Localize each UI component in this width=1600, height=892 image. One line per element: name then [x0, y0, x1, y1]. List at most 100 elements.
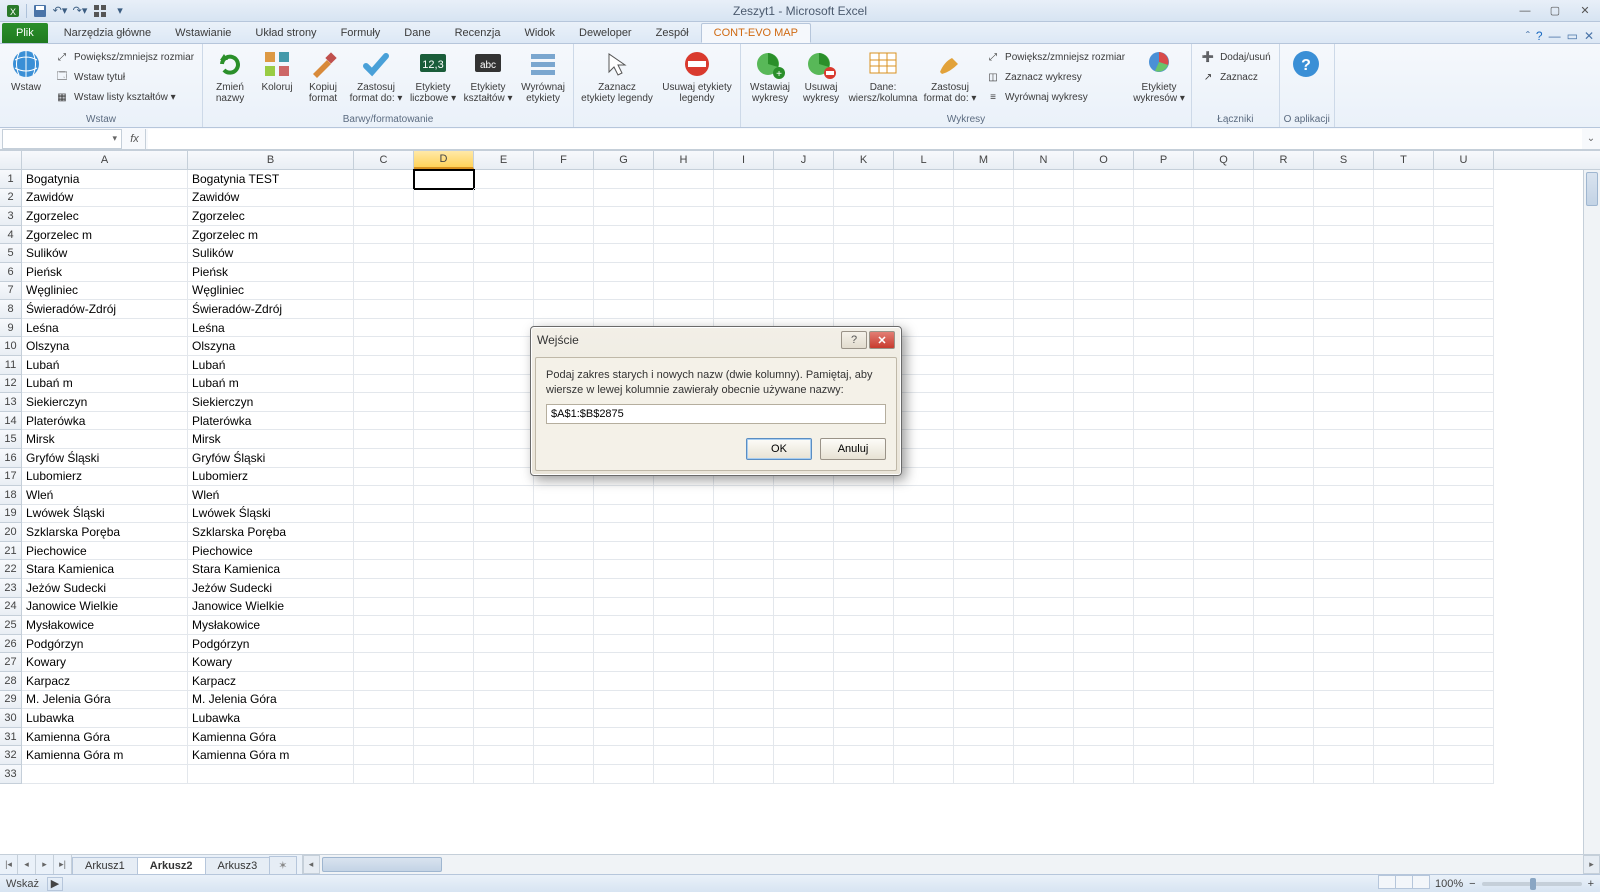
- cell-A17[interactable]: Lubomierz: [22, 468, 188, 487]
- cell-P2[interactable]: [1134, 189, 1194, 208]
- numeric-labels-button[interactable]: 12,3Etykiety liczbowe ▾: [407, 46, 459, 106]
- cell-D21[interactable]: [414, 542, 474, 561]
- cell-G3[interactable]: [594, 207, 654, 226]
- cell-Q13[interactable]: [1194, 393, 1254, 412]
- cell-E28[interactable]: [474, 672, 534, 691]
- cell-B10[interactable]: Olszyna: [188, 337, 354, 356]
- cell-H28[interactable]: [654, 672, 714, 691]
- cell-R23[interactable]: [1254, 579, 1314, 598]
- cell-B1[interactable]: Bogatynia TEST: [188, 170, 354, 189]
- cell-A24[interactable]: Janowice Wielkie: [22, 598, 188, 617]
- cell-C31[interactable]: [354, 728, 414, 747]
- cell-Q22[interactable]: [1194, 560, 1254, 579]
- row-26[interactable]: 26: [0, 635, 22, 654]
- cell-D33[interactable]: [414, 765, 474, 784]
- cell-K24[interactable]: [834, 598, 894, 617]
- cell-M29[interactable]: [954, 691, 1014, 710]
- cell-E22[interactable]: [474, 560, 534, 579]
- select-links-button[interactable]: ↗Zaznacz: [1196, 68, 1275, 86]
- cell-C14[interactable]: [354, 412, 414, 431]
- cell-J18[interactable]: [774, 486, 834, 505]
- cell-A13[interactable]: Siekierczyn: [22, 393, 188, 412]
- add-remove-links-button[interactable]: ➕Dodaj/usuń: [1196, 48, 1275, 66]
- cell-E25[interactable]: [474, 616, 534, 635]
- cell-O31[interactable]: [1074, 728, 1134, 747]
- cell-E19[interactable]: [474, 505, 534, 524]
- cell-A2[interactable]: Zawidów: [22, 189, 188, 208]
- cell-H1[interactable]: [654, 170, 714, 189]
- cell-R33[interactable]: [1254, 765, 1314, 784]
- cell-J30[interactable]: [774, 709, 834, 728]
- cell-E23[interactable]: [474, 579, 534, 598]
- cell-C30[interactable]: [354, 709, 414, 728]
- cell-A14[interactable]: Platerówka: [22, 412, 188, 431]
- cell-G18[interactable]: [594, 486, 654, 505]
- cell-F30[interactable]: [534, 709, 594, 728]
- dialog-close-button[interactable]: ✕: [869, 331, 895, 349]
- cell-F20[interactable]: [534, 523, 594, 542]
- cell-P18[interactable]: [1134, 486, 1194, 505]
- cell-T19[interactable]: [1374, 505, 1434, 524]
- cell-O19[interactable]: [1074, 505, 1134, 524]
- cell-R11[interactable]: [1254, 356, 1314, 375]
- cell-H21[interactable]: [654, 542, 714, 561]
- cell-S11[interactable]: [1314, 356, 1374, 375]
- cell-F22[interactable]: [534, 560, 594, 579]
- cell-Q19[interactable]: [1194, 505, 1254, 524]
- cell-P21[interactable]: [1134, 542, 1194, 561]
- cell-E13[interactable]: [474, 393, 534, 412]
- vertical-scrollbar[interactable]: [1583, 170, 1600, 854]
- cell-E11[interactable]: [474, 356, 534, 375]
- cell-Q30[interactable]: [1194, 709, 1254, 728]
- cell-F25[interactable]: [534, 616, 594, 635]
- cell-O33[interactable]: [1074, 765, 1134, 784]
- cell-D24[interactable]: [414, 598, 474, 617]
- about-button[interactable]: ?: [1284, 46, 1328, 84]
- cell-B33[interactable]: [188, 765, 354, 784]
- cell-K5[interactable]: [834, 244, 894, 263]
- tab-narzędzia-główne[interactable]: Narzędzia główne: [52, 23, 163, 43]
- cell-L12[interactable]: [894, 375, 954, 394]
- col-C[interactable]: C: [354, 151, 414, 169]
- tab-formuły[interactable]: Formuły: [329, 23, 393, 43]
- row-2[interactable]: 2: [0, 189, 22, 208]
- cell-G29[interactable]: [594, 691, 654, 710]
- cell-J19[interactable]: [774, 505, 834, 524]
- cell-E18[interactable]: [474, 486, 534, 505]
- cell-A11[interactable]: Lubań: [22, 356, 188, 375]
- cell-J1[interactable]: [774, 170, 834, 189]
- cell-C17[interactable]: [354, 468, 414, 487]
- cell-N17[interactable]: [1014, 468, 1074, 487]
- cell-S13[interactable]: [1314, 393, 1374, 412]
- cell-R6[interactable]: [1254, 263, 1314, 282]
- cell-H20[interactable]: [654, 523, 714, 542]
- cell-L20[interactable]: [894, 523, 954, 542]
- cell-C29[interactable]: [354, 691, 414, 710]
- cell-S23[interactable]: [1314, 579, 1374, 598]
- cell-A9[interactable]: Leśna: [22, 319, 188, 338]
- cell-R26[interactable]: [1254, 635, 1314, 654]
- cell-Q29[interactable]: [1194, 691, 1254, 710]
- cell-M32[interactable]: [954, 746, 1014, 765]
- cell-A30[interactable]: Lubawka: [22, 709, 188, 728]
- cell-H8[interactable]: [654, 300, 714, 319]
- cell-G25[interactable]: [594, 616, 654, 635]
- cell-U33[interactable]: [1434, 765, 1494, 784]
- row-15[interactable]: 15: [0, 430, 22, 449]
- cell-B5[interactable]: Sulików: [188, 244, 354, 263]
- cell-C13[interactable]: [354, 393, 414, 412]
- cell-T33[interactable]: [1374, 765, 1434, 784]
- cell-R28[interactable]: [1254, 672, 1314, 691]
- cell-N12[interactable]: [1014, 375, 1074, 394]
- cell-H25[interactable]: [654, 616, 714, 635]
- cell-P19[interactable]: [1134, 505, 1194, 524]
- cell-F27[interactable]: [534, 653, 594, 672]
- cell-K32[interactable]: [834, 746, 894, 765]
- cell-P4[interactable]: [1134, 226, 1194, 245]
- cell-N32[interactable]: [1014, 746, 1074, 765]
- row-30[interactable]: 30: [0, 709, 22, 728]
- cell-T18[interactable]: [1374, 486, 1434, 505]
- cell-N14[interactable]: [1014, 412, 1074, 431]
- cell-S29[interactable]: [1314, 691, 1374, 710]
- cell-F6[interactable]: [534, 263, 594, 282]
